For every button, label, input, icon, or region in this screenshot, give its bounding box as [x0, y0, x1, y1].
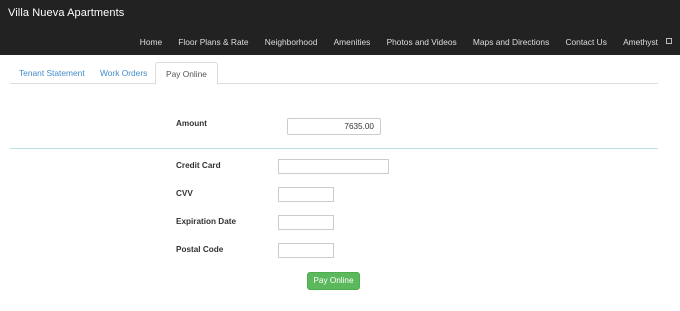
postal-code-input[interactable] [278, 243, 334, 258]
nav-link-amethyst[interactable]: Amethyst [615, 37, 658, 47]
postal-code-label: Postal Code [176, 245, 224, 254]
site-brand[interactable]: Villa Nueva Apartments [8, 7, 124, 19]
nav-menu-icon[interactable] [666, 38, 672, 44]
account-tabs: Tenant Statement Work Orders Pay Online [10, 62, 658, 85]
top-navbar: Villa Nueva Apartments Home Floor Plans … [0, 0, 680, 55]
nav-link-maps-directions[interactable]: Maps and Directions [465, 37, 558, 47]
tab-pay-online[interactable]: Pay Online [155, 62, 218, 85]
tab-tenant-statement[interactable]: Tenant Statement [10, 62, 94, 84]
credit-card-input[interactable] [278, 159, 389, 174]
expiration-date-input[interactable] [278, 215, 334, 230]
nav-link-photos-videos[interactable]: Photos and Videos [378, 37, 464, 47]
nav-link-amenities[interactable]: Amenities [326, 37, 379, 47]
cvv-input[interactable] [278, 187, 334, 202]
credit-card-label: Credit Card [176, 161, 221, 170]
cvv-label: CVV [176, 189, 193, 198]
amount-label: Amount [176, 119, 207, 128]
nav-links: Home Floor Plans & Rate Neighborhood Ame… [132, 37, 658, 47]
pay-online-button[interactable]: Pay Online [307, 272, 360, 290]
tab-work-orders[interactable]: Work Orders [91, 62, 156, 84]
form-divider [10, 148, 658, 149]
nav-link-neighborhood[interactable]: Neighborhood [257, 37, 326, 47]
expiration-date-label: Expiration Date [176, 217, 237, 226]
amount-input[interactable] [287, 118, 381, 135]
nav-link-floor-plans[interactable]: Floor Plans & Rate [170, 37, 256, 47]
nav-link-home[interactable]: Home [132, 37, 171, 47]
nav-link-contact-us[interactable]: Contact Us [557, 37, 615, 47]
